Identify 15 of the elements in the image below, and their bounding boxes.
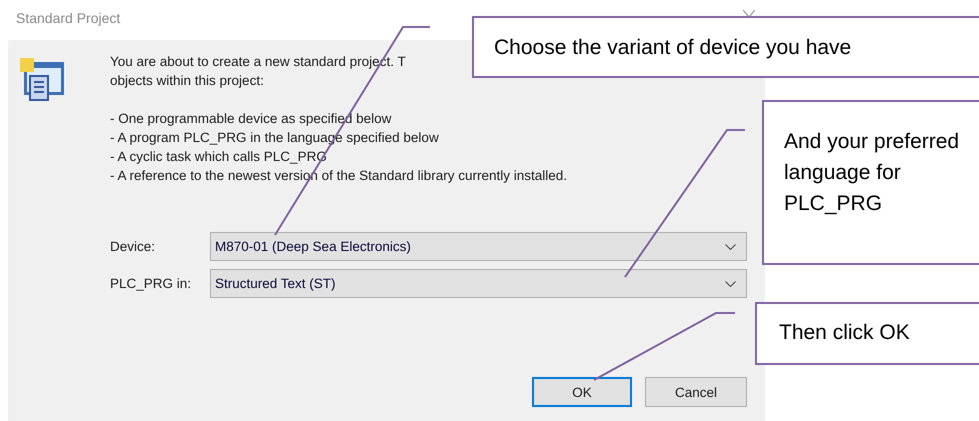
field-label: PLC_PRG in: bbox=[110, 275, 192, 293]
dropdown[interactable]: M870-01 (Deep Sea Electronics) bbox=[210, 232, 747, 261]
ok-button[interactable]: OK bbox=[532, 377, 632, 407]
callout-box: And your preferred language for PLC_PRG bbox=[762, 100, 979, 265]
project-window-icon bbox=[20, 58, 66, 102]
dropdown[interactable]: Structured Text (ST) bbox=[210, 269, 747, 298]
callout-box: Then click OK bbox=[755, 302, 979, 365]
chevron-down-icon bbox=[725, 244, 736, 250]
field-label: Device: bbox=[110, 238, 156, 256]
intro-text: objects within this project: bbox=[110, 72, 264, 90]
close-icon[interactable] bbox=[743, 10, 755, 17]
window-title: Standard Project bbox=[16, 9, 120, 28]
callout-box: Choose the variant of device you have bbox=[472, 16, 979, 78]
cancel-button[interactable]: Cancel bbox=[645, 377, 747, 407]
chevron-down-icon bbox=[725, 280, 736, 286]
